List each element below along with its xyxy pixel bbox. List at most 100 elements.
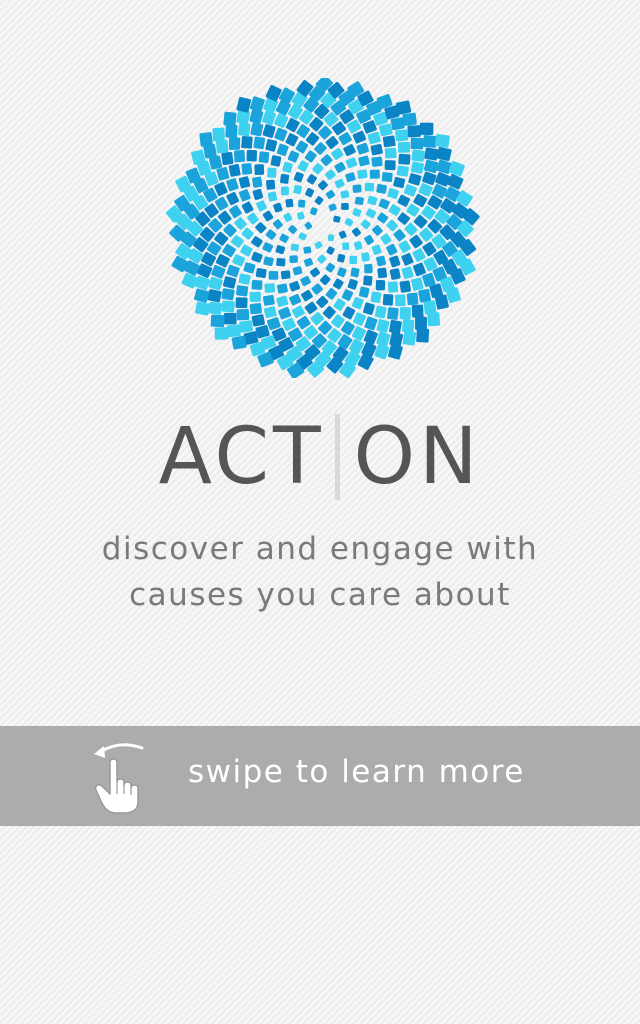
mosaic-tile [249, 96, 265, 113]
mosaic-tile [314, 196, 324, 205]
mosaic-tile [351, 227, 361, 237]
mosaic-tile [360, 219, 371, 230]
mosaic-tile [221, 151, 234, 166]
mosaic-tile [398, 240, 411, 253]
mosaic-tile [345, 157, 358, 169]
mosaic-tile [241, 201, 254, 214]
mosaic-tile [364, 264, 373, 274]
mosaic-tile [252, 176, 263, 188]
mosaic-tile [401, 266, 414, 280]
mosaic-tile [387, 188, 399, 199]
mosaic-tile [386, 243, 398, 256]
mosaic-tile [342, 242, 350, 251]
splash-screen[interactable]: ACT ON discover and engage with causes yo… [0, 0, 640, 1024]
mosaic-tile [371, 156, 383, 167]
mosaic-tile [267, 167, 277, 178]
mosaic-tile [328, 203, 337, 212]
mosaic-tile [300, 275, 311, 287]
mosaic-tile [375, 279, 386, 291]
mosaic-tile [236, 308, 250, 321]
mosaic-tile [273, 202, 283, 213]
mosaic-tile [251, 251, 263, 263]
mosaic-tile [275, 245, 286, 255]
mosaic-tile [337, 253, 346, 263]
mosaic-tile [364, 234, 374, 245]
mosaic-tile [285, 133, 299, 147]
mosaic-tile [354, 196, 364, 205]
mosaic-tile [349, 255, 358, 265]
mosaic-tile [282, 161, 293, 173]
mosaic-tile [303, 246, 312, 254]
mosaic-tile [340, 190, 350, 199]
mosaic-tile [344, 218, 354, 227]
mosaic-tile [266, 179, 276, 190]
mosaic-tile [226, 178, 239, 192]
mosaic-tile [298, 199, 306, 208]
mosaic-tile [376, 331, 391, 347]
mosaic-tile [390, 117, 405, 131]
mosaic-tile [265, 139, 278, 152]
mosaic-tile [412, 262, 426, 277]
mosaic-tile [341, 202, 349, 210]
mosaic-tile [210, 314, 225, 328]
mosaic-tile [214, 327, 229, 340]
mosaic-tile [393, 229, 406, 242]
mosaic-tile [326, 246, 335, 255]
mosaic-tile [289, 281, 301, 292]
mosaic-tile [258, 151, 270, 163]
mosaic-tile [239, 320, 253, 333]
mosaic-tile [237, 122, 251, 137]
mosaic-tile [287, 150, 300, 163]
mosaic-tile [411, 277, 424, 291]
mosaic-tile [312, 163, 324, 175]
mosaic-tile [398, 153, 411, 165]
mosaic-tile [309, 267, 320, 278]
swipe-prompt-bar[interactable]: swipe to learn more [0, 726, 640, 826]
mosaic-tile [353, 241, 363, 251]
mosaic-tile [254, 164, 265, 175]
mosaic-tile [358, 155, 370, 167]
mosaic-tile [361, 252, 370, 262]
mosaic-tile [228, 137, 241, 150]
mosaic-tile [333, 298, 346, 311]
mosaic-tile [406, 203, 420, 217]
mosaic-tile [384, 160, 396, 171]
mosaic-tile [436, 146, 452, 162]
mosaic-tile [396, 165, 409, 177]
mosaic-tile [334, 161, 346, 173]
mosaic-tile [374, 305, 387, 319]
mosaic-tile [407, 125, 421, 138]
mosaic-tile [264, 283, 276, 293]
mosaic-tile [304, 301, 318, 315]
mosaic-tile [266, 317, 281, 331]
mosaic-tile [423, 159, 439, 174]
mosaic-tile [262, 124, 276, 138]
mosaic-tile [395, 129, 409, 142]
mosaic-tile [295, 140, 309, 154]
mosaic-tile [331, 148, 344, 160]
mosaic-tile [395, 100, 412, 115]
mosaic-tile [317, 180, 328, 191]
mosaic-tile [381, 172, 393, 183]
mosaic-tile [278, 307, 292, 320]
mosaic-tile [422, 135, 437, 148]
mosaic-tile [389, 319, 402, 334]
mosaic-tile [238, 189, 251, 202]
mosaic-tile [291, 305, 305, 318]
mosaic-tile [225, 124, 238, 138]
mosaic-tile [434, 294, 449, 310]
wordmark-part-1: ACT [158, 412, 325, 502]
mosaic-tile [389, 255, 401, 268]
mosaic-tile [226, 264, 240, 278]
mosaic-tile [377, 212, 389, 224]
mosaic-tile [397, 194, 410, 207]
mosaic-tile [306, 174, 317, 185]
mosaic-tile [230, 235, 244, 248]
mosaic-tile [267, 191, 278, 202]
mosaic-flower-icon [165, 78, 481, 378]
mosaic-tile [208, 276, 223, 291]
mosaic-tile [419, 122, 434, 135]
mosaic-tile [249, 291, 261, 302]
mosaic-tile [208, 301, 223, 315]
mosaic-tile [215, 139, 229, 154]
